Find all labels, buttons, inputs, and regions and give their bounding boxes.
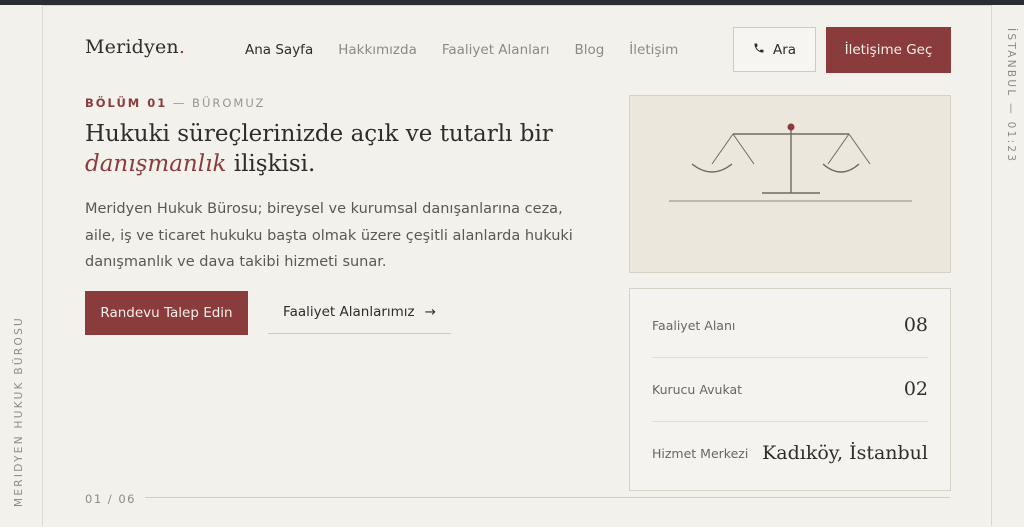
illustration-panel (629, 95, 951, 273)
hero-title-part2: ilişkisi. (233, 151, 316, 177)
contact-cta-button[interactable]: İletişime Geç (826, 27, 951, 73)
stat-value: 02 (903, 378, 928, 400)
phone-icon (753, 42, 765, 58)
scales-of-justice-icon (669, 123, 912, 202)
pager-progress-line (145, 497, 950, 498)
brand-dot: . (178, 36, 186, 58)
brand-name: Meridyen (85, 36, 179, 58)
hero-title-part1: Hukuki süreçlerinizde açık ve tutarlı bi… (85, 121, 553, 147)
nav-item-home[interactable]: Ana Sayfa (245, 42, 313, 58)
right-rail-label: İSTANBUL — 01:23 (1005, 28, 1017, 164)
stats-card: Faaliyet Alanı 08 Kurucu Avukat 02 Hizme… (629, 288, 951, 491)
nav-item-blog[interactable]: Blog (574, 42, 604, 58)
hero-title: Hukuki süreçlerinizde açık ve tutarlı bi… (85, 119, 605, 179)
call-button[interactable]: Ara (733, 27, 816, 72)
nav-item-about[interactable]: Hakkımızda (338, 42, 417, 58)
appointment-button[interactable]: Randevu Talep Edin (85, 291, 248, 335)
practice-areas-link[interactable]: Faaliyet Alanlarımız → (268, 291, 451, 334)
stat-value: 08 (903, 314, 928, 336)
left-rail-label: MERIDYEN HUKUK BÜROSU (13, 315, 25, 507)
main-nav: Ana Sayfa Hakkımızda Faaliyet Alanları B… (245, 42, 703, 58)
arrow-right-icon: → (424, 304, 436, 320)
stat-label: Hizmet Merkezi (652, 445, 749, 461)
stat-row-service-center: Hizmet Merkezi Kadıköy, İstanbul (652, 439, 928, 467)
section-name: — BÜROMUZ (172, 96, 266, 110)
stat-value: Kadıköy, İstanbul (762, 442, 928, 464)
hero-description: Meridyen Hukuk Bürosu; bireysel ve kurum… (85, 201, 573, 270)
hero-title-emphasis: danışmanlık (85, 151, 227, 177)
call-button-label: Ara (772, 41, 797, 58)
stat-divider (652, 421, 928, 422)
nav-item-practice-areas[interactable]: Faaliyet Alanları (442, 42, 550, 58)
stat-row-founding-lawyers: Kurucu Avukat 02 (652, 375, 928, 403)
stat-row-practice-areas: Faaliyet Alanı 08 (652, 311, 928, 339)
stat-label: Kurucu Avukat (652, 381, 743, 397)
nav-item-contact[interactable]: İletişim (629, 42, 678, 58)
brand-logo[interactable]: Meridyen. (85, 36, 185, 58)
section-number: BÖLÜM 01 (85, 96, 168, 110)
slide-pager: 01 / 06 (85, 492, 136, 506)
practice-areas-label: Faaliyet Alanlarımız (283, 304, 415, 320)
stat-divider (652, 357, 928, 358)
stat-label: Faaliyet Alanı (652, 317, 736, 333)
section-eyebrow: BÖLÜM 01 — BÜROMUZ (85, 96, 265, 110)
